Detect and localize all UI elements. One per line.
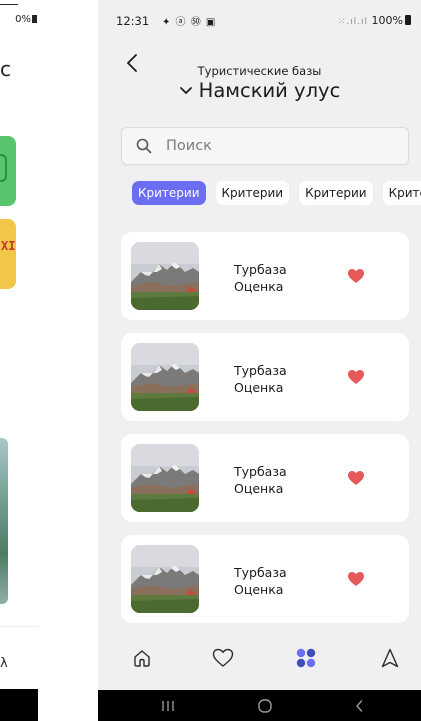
search-bar[interactable] (121, 127, 409, 165)
left-top-line (0, 4, 18, 5)
system-back-button[interactable] (347, 696, 371, 716)
system-home-button[interactable] (253, 696, 277, 716)
left-divider (0, 626, 38, 627)
chip-criteria-2[interactable]: Критерии (215, 181, 290, 205)
heart-icon[interactable] (347, 571, 365, 587)
base-rating: Оценка (234, 582, 284, 597)
chevron-down-icon (179, 86, 192, 94)
list-item[interactable]: Турбаза Оценка (121, 232, 409, 320)
home-circle-icon (258, 699, 272, 713)
navigation-arrow-icon (381, 648, 399, 668)
system-navigation-bar (98, 690, 421, 721)
base-name: Турбаза (234, 565, 287, 580)
tab-favorites[interactable] (210, 645, 236, 671)
search-input[interactable] (166, 138, 386, 154)
grid-dots-icon (296, 648, 316, 668)
list-item[interactable]: Турбаза Оценка (121, 535, 409, 623)
list-item[interactable]: Турбаза Оценка (121, 333, 409, 421)
battery-percent: 100% (371, 14, 403, 27)
left-lock-icon (0, 154, 7, 182)
left-battery-icon (32, 15, 37, 23)
recent-apps-icon (162, 701, 174, 711)
base-name: Турбаза (234, 464, 287, 479)
left-battery-percent: 0% (15, 14, 31, 25)
left-partial-screen: 0% с XI λ (0, 0, 38, 721)
chip-criteria-1[interactable]: Критерии (132, 181, 206, 205)
heart-icon[interactable] (347, 268, 365, 284)
base-name: Турбаза (234, 262, 287, 277)
left-yellow-tile[interactable]: XI (0, 219, 16, 289)
tab-navigation[interactable] (377, 645, 403, 671)
left-nav-arrow-icon[interactable]: λ (0, 656, 8, 671)
heart-icon[interactable] (347, 470, 365, 486)
base-thumbnail (131, 545, 199, 613)
back-chevron-icon (356, 700, 363, 712)
notification-icons: ✦ ⓐ ㊿ ▣ (162, 17, 217, 28)
base-thumbnail (131, 343, 199, 411)
bottom-tab-bar (98, 627, 421, 690)
recent-apps-button[interactable] (156, 696, 180, 716)
home-icon (134, 650, 150, 667)
chip-criteria-4[interactable]: Крите (382, 181, 421, 205)
status-right-group: ⁙.ıl.ıl 100% (338, 14, 411, 27)
card-text: Турбаза Оценка (234, 463, 287, 497)
chip-criteria-3[interactable]: Критерии (299, 181, 373, 205)
left-status-text: 0% (15, 14, 37, 25)
left-photo-card[interactable] (0, 438, 8, 604)
status-bar: 12:31 ✦ ⓐ ㊿ ▣ ⁙.ıl.ıl 100% (98, 0, 421, 34)
left-tile-glyph: XI (1, 239, 16, 253)
base-rating: Оценка (234, 279, 284, 294)
left-green-tile[interactable] (0, 136, 16, 206)
heart-icon[interactable] (347, 369, 365, 385)
card-text: Турбаза Оценка (234, 261, 287, 295)
list-item[interactable]: Турбаза Оценка (121, 434, 409, 522)
search-icon (136, 138, 152, 154)
card-text: Турбаза Оценка (234, 564, 287, 598)
card-text: Турбаза Оценка (234, 362, 287, 396)
left-system-nav (0, 689, 38, 721)
left-partial-heading: с (0, 57, 11, 81)
status-time: 12:31 (116, 14, 150, 28)
base-rating: Оценка (234, 481, 284, 496)
signal-icon: ⁙.ıl.ıl (337, 17, 369, 27)
base-thumbnail (131, 242, 199, 310)
header-subtitle: Туристические базы (197, 64, 322, 78)
region-selector[interactable]: Намский улус (98, 79, 421, 102)
tab-catalog[interactable] (293, 645, 319, 671)
tab-home[interactable] (129, 645, 155, 671)
page-title: Намский улус (198, 79, 341, 102)
heart-outline-icon (212, 648, 234, 667)
phone-screen: 12:31 ✦ ⓐ ㊿ ▣ ⁙.ıl.ıl 100% Туристические… (98, 0, 421, 721)
base-rating: Оценка (234, 380, 284, 395)
screenshot-canvas: 0% с XI λ 12:31 ✦ ⓐ ㊿ ▣ ⁙.ıl.ıl 100% Тур… (0, 0, 421, 721)
filter-chips: Критерии Критерии Критерии Крите (132, 181, 421, 205)
base-thumbnail (131, 444, 199, 512)
base-name: Турбаза (234, 363, 287, 378)
battery-icon (405, 15, 411, 25)
